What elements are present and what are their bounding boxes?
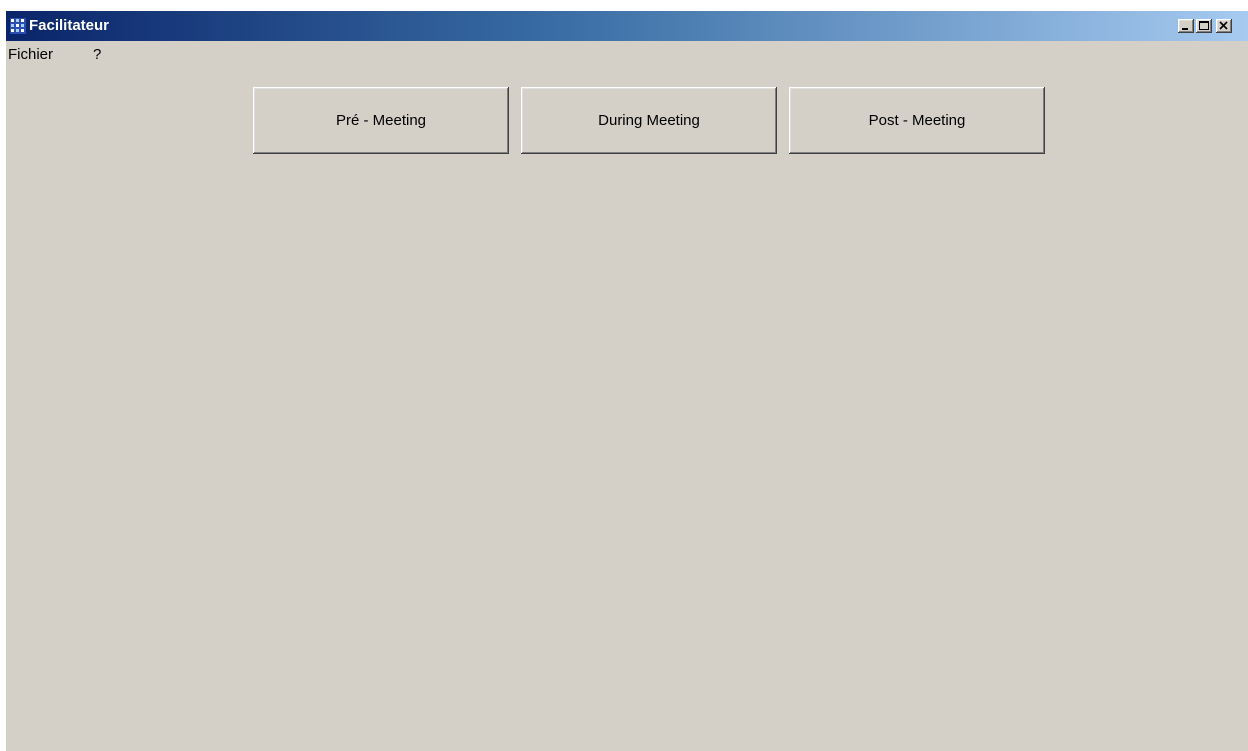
app-grid-icon bbox=[10, 18, 26, 34]
pre-meeting-button[interactable]: Pré - Meeting bbox=[253, 87, 509, 154]
window-title: Facilitateur bbox=[29, 17, 110, 34]
menu-fichier[interactable]: Fichier bbox=[8, 46, 53, 63]
during-meeting-button[interactable]: During Meeting bbox=[521, 87, 777, 154]
close-icon bbox=[1219, 21, 1228, 30]
app-window: Facilitateur Fichier ? Pré - Meeting Dur… bbox=[6, 11, 1248, 751]
menu-bar: Fichier ? bbox=[6, 43, 1248, 65]
minimize-icon bbox=[1182, 28, 1188, 30]
minimize-button[interactable] bbox=[1178, 19, 1194, 33]
title-bar[interactable]: Facilitateur bbox=[6, 11, 1248, 41]
menu-help[interactable]: ? bbox=[93, 46, 101, 63]
close-button[interactable] bbox=[1216, 19, 1232, 33]
maximize-icon bbox=[1199, 21, 1209, 30]
maximize-button[interactable] bbox=[1196, 19, 1212, 33]
post-meeting-button[interactable]: Post - Meeting bbox=[789, 87, 1045, 154]
